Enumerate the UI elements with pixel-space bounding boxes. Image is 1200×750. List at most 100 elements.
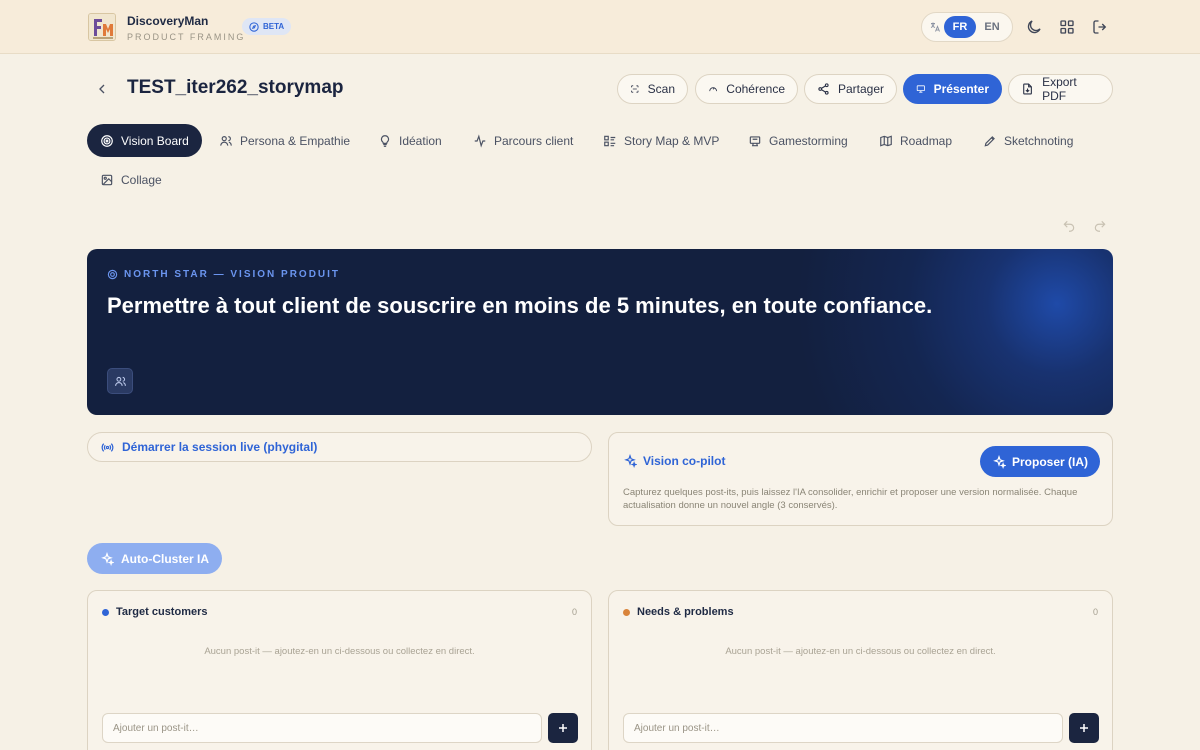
- users-icon: [114, 376, 126, 386]
- tab-persona-empathie[interactable]: Persona & Empathie: [206, 124, 363, 157]
- lang-fr-button[interactable]: FR: [944, 16, 976, 38]
- plus-icon: [559, 724, 567, 732]
- moon-icon[interactable]: [1025, 18, 1043, 36]
- tab-label: Story Map & MVP: [624, 133, 720, 148]
- scan-button[interactable]: Scan: [617, 74, 688, 104]
- sparkles-icon: [624, 454, 637, 468]
- live-session-label: Démarrer la session live (phygital): [122, 440, 318, 454]
- activity-icon: [474, 133, 486, 148]
- undo-icon: [1063, 220, 1075, 232]
- copilot-title-label: Vision co-pilot: [643, 454, 726, 468]
- tab-vision-board[interactable]: Vision Board: [87, 124, 202, 157]
- lang-en-button[interactable]: EN: [976, 16, 1008, 38]
- redo-icon: [1094, 220, 1106, 232]
- sparkles-icon: [993, 454, 1006, 469]
- coherence-label: Cohérence: [726, 82, 785, 96]
- column-title: Needs & problems: [637, 606, 734, 618]
- start-live-session-button[interactable]: Démarrer la session live (phygital): [87, 432, 592, 462]
- board-column-needs-problems: Needs & problems 0 Aucun post-it — ajout…: [608, 590, 1113, 750]
- beta-badge: BETA: [242, 18, 292, 35]
- logout-icon[interactable]: [1091, 18, 1109, 36]
- copilot-title: Vision co-pilot: [623, 454, 725, 468]
- column-title: Target customers: [116, 606, 208, 618]
- redo-button[interactable]: [1093, 219, 1107, 233]
- tab-sketchnoting[interactable]: Sketchnoting: [970, 124, 1086, 157]
- add-postit-input[interactable]: Ajouter un post-it…: [102, 713, 542, 743]
- presentation-icon: [916, 85, 925, 93]
- north-star-kicker: NORTH STAR — VISION PRODUIT: [107, 269, 340, 280]
- list-icon: [604, 135, 616, 146]
- tab-parcours-client[interactable]: Parcours client: [460, 124, 586, 157]
- column-count: 0: [1092, 607, 1098, 617]
- column-header: Needs & problems: [623, 606, 734, 618]
- board-column-target-customers: Target customers 0 Aucun post-it — ajout…: [87, 590, 592, 750]
- back-button[interactable]: [94, 81, 110, 97]
- image-icon: [101, 174, 113, 185]
- column-empty-message: Aucun post-it — ajoutez-en un ci-dessous…: [725, 646, 996, 657]
- tab-story-map-mvp[interactable]: Story Map & MVP: [590, 124, 732, 157]
- app-logo[interactable]: [88, 13, 116, 41]
- present-label: Présenter: [933, 82, 989, 96]
- page-title: TEST_iter262_storymap: [127, 77, 344, 98]
- tab-collage[interactable]: Collage: [87, 163, 175, 196]
- tab-label: Gamestorming: [769, 133, 848, 148]
- propose-ai-button[interactable]: Proposer (IA): [979, 446, 1100, 477]
- auto-cluster-button[interactable]: Auto-Cluster IA: [87, 543, 222, 574]
- propose-ai-label: Proposer (IA): [1011, 454, 1088, 469]
- tab-label: Idéation: [399, 133, 442, 148]
- share-button[interactable]: Partager: [804, 74, 897, 104]
- present-button[interactable]: Présenter: [903, 74, 1002, 104]
- export-pdf-button[interactable]: Export PDF: [1008, 74, 1113, 104]
- sparkles-icon: [101, 551, 114, 566]
- tab-label: Vision Board: [121, 133, 189, 148]
- grid-icon[interactable]: [1058, 18, 1076, 36]
- tab-label: Roadmap: [900, 133, 953, 148]
- award-icon: [749, 135, 761, 146]
- tab-roadmap[interactable]: Roadmap: [866, 124, 965, 157]
- language-toggle: FR EN: [921, 12, 1013, 42]
- lightbulb-icon: [380, 134, 390, 147]
- column-color-dot: [102, 608, 109, 616]
- column-header: Target customers: [102, 606, 208, 618]
- target-icon: [107, 269, 118, 280]
- pen-icon: [984, 135, 995, 146]
- add-postit-input[interactable]: Ajouter un post-it…: [623, 713, 1063, 743]
- undo-button[interactable]: [1062, 219, 1076, 233]
- auto-cluster-label: Auto-Cluster IA: [121, 551, 209, 566]
- tab-ideation[interactable]: Idéation: [365, 124, 455, 157]
- scan-label: Scan: [647, 82, 675, 96]
- compass-icon: [249, 21, 259, 32]
- kicker-text: NORTH STAR — VISION PRODUIT: [124, 269, 341, 280]
- chevron-left-icon: [99, 84, 105, 94]
- coherence-button[interactable]: Cohérence: [695, 74, 798, 104]
- column-color-dot: [623, 608, 630, 616]
- export-pdf-label: Export PDF: [1042, 75, 1077, 103]
- copilot-description: Capturez quelques post-its, puis laissez…: [623, 487, 1078, 511]
- vision-statement[interactable]: Permettre à tout client de souscrire en …: [107, 293, 932, 319]
- tab-gamestorming[interactable]: Gamestorming: [735, 124, 861, 157]
- beta-label: BETA: [263, 22, 285, 31]
- column-count: 0: [571, 607, 577, 617]
- add-postit-button[interactable]: [548, 713, 578, 743]
- add-postit-button[interactable]: [1069, 713, 1099, 743]
- tab-label: Parcours client: [494, 133, 574, 148]
- file-download-icon: [1023, 83, 1032, 95]
- column-empty-message: Aucun post-it — ajoutez-en un ci-dessous…: [204, 646, 475, 657]
- users-icon: [220, 135, 232, 146]
- map-icon: [880, 135, 892, 146]
- tab-label: Sketchnoting: [1004, 133, 1074, 148]
- app-subtitle: PRODUCT FRAMING: [127, 32, 246, 42]
- gauge-icon: [709, 87, 717, 92]
- broadcast-icon: [101, 442, 114, 452]
- app-name: DiscoveryMan: [127, 14, 209, 28]
- tab-label: Collage: [121, 172, 162, 187]
- plus-icon: [1080, 724, 1088, 732]
- target-icon: [101, 134, 113, 147]
- share-label: Partager: [837, 82, 884, 96]
- tab-label: Persona & Empathie: [240, 133, 351, 148]
- top-bar: DiscoveryMan PRODUCT FRAMING BETA FR EN: [0, 0, 1200, 54]
- participants-button[interactable]: [107, 368, 133, 394]
- translate-icon: [926, 21, 944, 33]
- share-icon: [818, 83, 829, 95]
- north-star-card: NORTH STAR — VISION PRODUIT Permettre à …: [87, 249, 1113, 415]
